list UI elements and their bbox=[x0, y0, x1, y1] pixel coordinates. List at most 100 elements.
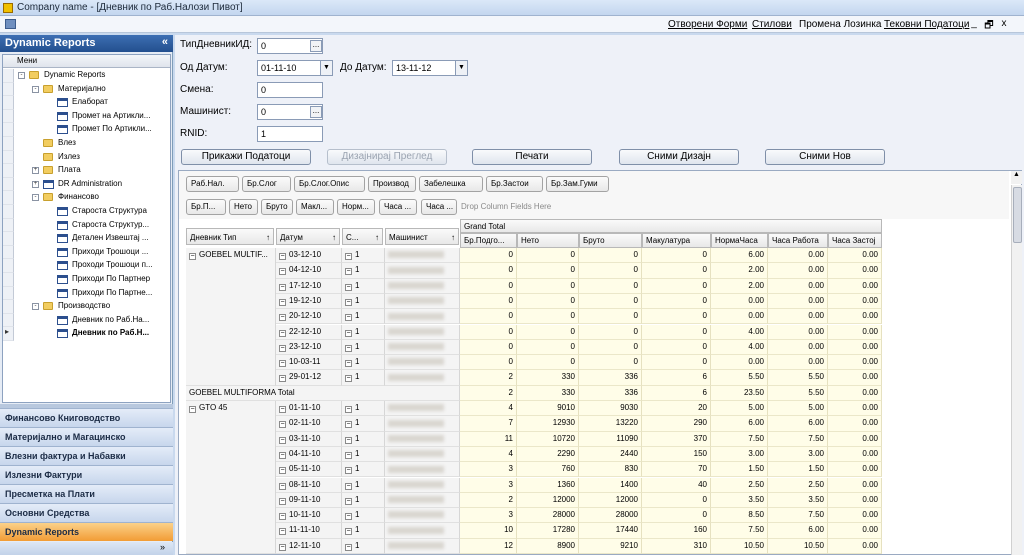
menu-open-forms[interactable]: Отворени Форми bbox=[668, 19, 747, 30]
data-cell[interactable]: 310 bbox=[642, 538, 711, 554]
data-cell[interactable]: 10720 bbox=[517, 431, 579, 447]
minimize-button[interactable]: _ bbox=[968, 18, 980, 29]
group-row-header[interactable]: − GOEBEL MULTIF... bbox=[186, 248, 276, 386]
date-row-header[interactable]: −09-11-10 bbox=[276, 492, 342, 509]
nav-bar-item[interactable]: Dynamic Reports bbox=[0, 522, 173, 541]
collapse-icon[interactable]: − bbox=[279, 283, 286, 291]
data-cell[interactable]: 9210 bbox=[579, 538, 642, 554]
data-cell[interactable]: 0.00 bbox=[828, 293, 882, 310]
data-cell[interactable]: 3.00 bbox=[768, 446, 828, 463]
data-cell[interactable]: 6.00 bbox=[768, 416, 828, 432]
data-cell[interactable]: 0 bbox=[517, 324, 579, 340]
data-cell[interactable]: 9010 bbox=[517, 401, 579, 417]
data-cell[interactable]: 3 bbox=[460, 508, 517, 524]
data-cell[interactable]: 6.00 bbox=[711, 416, 768, 432]
save-new-button[interactable]: Сними Нов bbox=[765, 149, 885, 165]
tree-node[interactable]: Приходи Трошоци ... bbox=[3, 245, 170, 260]
data-cell[interactable]: 7.50 bbox=[768, 431, 828, 447]
data-cell[interactable]: 0 bbox=[642, 293, 711, 310]
tree-node[interactable]: Промет на Артикли... bbox=[3, 109, 170, 124]
data-cell[interactable]: 0.00 bbox=[768, 293, 828, 310]
data-cell[interactable]: 0.00 bbox=[768, 248, 828, 264]
data-cell[interactable]: 0.00 bbox=[768, 263, 828, 279]
sort-arrow-icon[interactable]: ↑ bbox=[266, 233, 270, 242]
data-cell[interactable]: 0.00 bbox=[828, 309, 882, 325]
collapse-icon[interactable]: − bbox=[345, 421, 352, 429]
data-cell[interactable]: 12930 bbox=[517, 416, 579, 432]
data-cell[interactable]: 0.00 bbox=[828, 339, 882, 356]
data-cell[interactable]: 0 bbox=[642, 492, 711, 509]
menu-styles[interactable]: Стилови bbox=[752, 19, 792, 30]
scroll-up-arrow-icon[interactable]: ▲ bbox=[1011, 171, 1022, 184]
data-cell[interactable]: 290 bbox=[642, 416, 711, 432]
collapse-icon[interactable]: − bbox=[279, 298, 286, 306]
sort-arrow-icon[interactable]: ↑ bbox=[332, 233, 336, 242]
data-cell[interactable]: 0 bbox=[460, 324, 517, 340]
sort-arrow-icon[interactable]: ↑ bbox=[451, 233, 455, 242]
date-row-header[interactable]: −12-11-10 bbox=[276, 538, 342, 554]
shift-row-header[interactable]: −1 bbox=[342, 324, 385, 340]
data-cell[interactable]: 2.00 bbox=[711, 278, 768, 294]
data-cell[interactable]: 0.00 bbox=[768, 309, 828, 325]
collapse-icon[interactable]: − bbox=[345, 314, 352, 322]
data-cell[interactable]: 0 bbox=[642, 324, 711, 340]
collapse-icon[interactable]: − bbox=[345, 528, 352, 536]
data-cell[interactable]: 0 bbox=[517, 248, 579, 264]
sort-arrow-icon[interactable]: ↑ bbox=[375, 233, 379, 242]
data-cell[interactable]: 5.00 bbox=[768, 401, 828, 417]
date-row-header[interactable]: −11-11-10 bbox=[276, 523, 342, 539]
data-cell[interactable]: 5.50 bbox=[711, 370, 768, 386]
data-cell[interactable]: 0 bbox=[579, 248, 642, 264]
app-menu-icon[interactable] bbox=[5, 19, 16, 29]
data-cell[interactable]: 70 bbox=[642, 462, 711, 478]
collapse-icon[interactable]: − bbox=[279, 360, 286, 368]
data-cell[interactable]: 6 bbox=[642, 370, 711, 386]
data-cell[interactable]: 0.00 bbox=[828, 355, 882, 371]
data-cell[interactable]: 7 bbox=[460, 416, 517, 432]
design-view-button[interactable]: Дизајнирај Преглед bbox=[327, 149, 447, 165]
collapse-icon[interactable]: − bbox=[345, 406, 352, 413]
data-cell[interactable]: 0.00 bbox=[711, 293, 768, 310]
data-cell[interactable]: 3.50 bbox=[768, 492, 828, 509]
pivot-data-field[interactable]: Часа ... bbox=[379, 199, 417, 215]
collapse-icon[interactable]: − bbox=[345, 375, 352, 383]
expand-icon[interactable]: + bbox=[32, 180, 39, 188]
data-cell[interactable]: 0 bbox=[579, 263, 642, 279]
data-cell[interactable]: 0.00 bbox=[828, 538, 882, 554]
data-cell[interactable]: 11 bbox=[460, 431, 517, 447]
row-field-header[interactable]: Машинист ↑ bbox=[385, 228, 459, 245]
collapse-icon[interactable]: − bbox=[279, 467, 286, 475]
collapse-icon[interactable]: − bbox=[279, 497, 286, 505]
close-button[interactable]: x bbox=[998, 18, 1010, 29]
data-column-header[interactable]: Бр.Подго... bbox=[460, 233, 517, 248]
od-datum-dropdown-icon[interactable]: ▼ bbox=[320, 61, 332, 75]
shift-row-header[interactable]: −1 bbox=[342, 431, 385, 447]
data-cell[interactable]: 8.50 bbox=[711, 508, 768, 524]
data-cell[interactable]: 5.00 bbox=[711, 401, 768, 417]
data-cell[interactable]: 0.00 bbox=[828, 477, 882, 493]
vertical-scrollbar[interactable] bbox=[1011, 185, 1022, 555]
pivot-data-field[interactable]: Бруто bbox=[261, 199, 293, 215]
data-cell[interactable]: 0 bbox=[642, 248, 711, 264]
pivot-data-field[interactable]: Норм... bbox=[337, 199, 375, 215]
pivot-filter-field[interactable]: Забелешка bbox=[419, 176, 483, 192]
shift-row-header[interactable]: −1 bbox=[342, 401, 385, 417]
date-row-header[interactable]: −17-12-10 bbox=[276, 278, 342, 294]
data-cell[interactable]: 0.00 bbox=[828, 416, 882, 432]
date-row-header[interactable]: −04-11-10 bbox=[276, 446, 342, 463]
data-cell[interactable]: 11090 bbox=[579, 431, 642, 447]
nav-bar-item[interactable]: Основни Средства bbox=[0, 503, 173, 522]
data-cell[interactable]: 0 bbox=[460, 355, 517, 371]
tree-node[interactable]: Елаборат bbox=[3, 96, 170, 110]
data-cell[interactable]: 7.50 bbox=[768, 508, 828, 524]
collapse-icon[interactable]: − bbox=[345, 298, 352, 306]
tree-node[interactable]: Приходи По Партне... bbox=[3, 286, 170, 301]
data-cell[interactable]: 10 bbox=[460, 523, 517, 539]
date-row-header[interactable]: −19-12-10 bbox=[276, 293, 342, 310]
data-cell[interactable]: 0 bbox=[579, 293, 642, 310]
data-cell[interactable]: 0.00 bbox=[828, 523, 882, 539]
data-cell[interactable]: 0 bbox=[517, 278, 579, 294]
show-data-button[interactable]: Прикажи Податоци bbox=[181, 149, 311, 165]
data-cell[interactable]: 2 bbox=[460, 370, 517, 386]
data-cell[interactable]: 12000 bbox=[579, 492, 642, 509]
